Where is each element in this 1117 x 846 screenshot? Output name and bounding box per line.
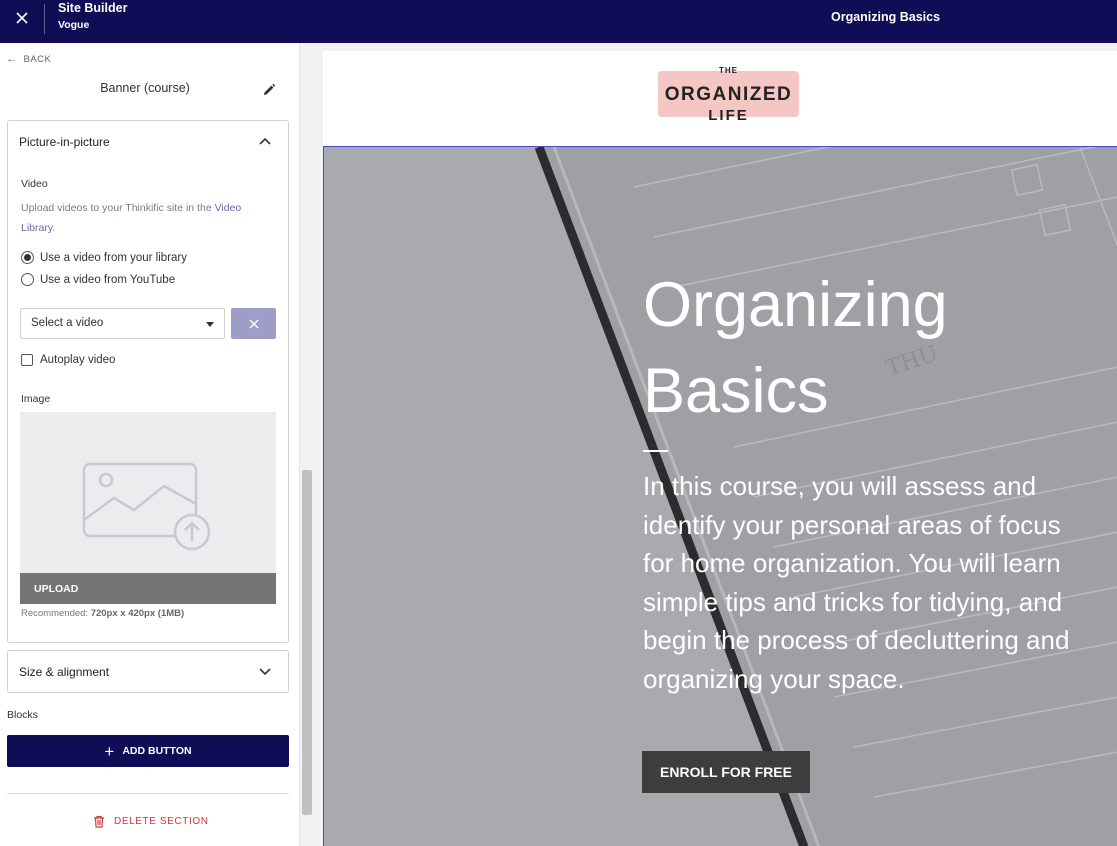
back-link[interactable]: ← BACK <box>6 53 51 65</box>
theme-name: Vogue <box>58 19 90 31</box>
back-label: BACK <box>23 53 52 65</box>
video-help-text: Upload videos to your Thinkific site in … <box>21 198 261 238</box>
image-label: Image <box>21 393 51 405</box>
hero-title-line2: Basics <box>643 356 829 426</box>
app-title: Site Builder <box>58 1 128 15</box>
delete-label: DELETE SECTION <box>114 816 209 827</box>
blocks-label: Blocks <box>7 709 38 721</box>
video-label: Video <box>21 178 48 190</box>
chevron-up-icon[interactable] <box>259 137 271 145</box>
radio-youtube-label: Use a video from YouTube <box>40 273 176 286</box>
close-icon <box>15 11 28 24</box>
close-button[interactable] <box>0 0 43 35</box>
plus-icon: + <box>104 741 115 761</box>
radio-youtube[interactable] <box>21 273 34 286</box>
radio-library-row[interactable]: Use a video from your library <box>21 251 187 264</box>
video-select[interactable]: Select a video <box>20 308 225 339</box>
chevron-down-icon <box>259 668 271 676</box>
pip-panel-title[interactable]: Picture-in-picture <box>19 135 110 149</box>
upload-button[interactable]: UPLOAD <box>20 573 276 604</box>
sidebar-scroll-thumb[interactable] <box>302 470 312 815</box>
site-logo[interactable]: THE ORGANIZED LIFE <box>658 66 799 124</box>
hero-title-line1: Organizing <box>643 270 948 340</box>
hero-divider <box>643 450 668 452</box>
settings-sidebar: ← BACK Banner (course) Picture-in-pictur… <box>0 43 299 846</box>
recommend-value: 720px x 420px (1MB) <box>90 608 185 619</box>
hero-banner[interactable]: THU Organizing Basics In this course, yo… <box>323 146 1117 846</box>
add-button-label: ADD BUTTON <box>122 745 192 757</box>
trash-icon <box>94 815 104 828</box>
help-text: Upload videos to your Thinkific site in … <box>21 202 215 214</box>
image-dropzone[interactable] <box>20 412 276 573</box>
autoplay-label: Autoplay video <box>40 354 116 366</box>
clear-video-button[interactable] <box>231 308 276 339</box>
autoplay-checkbox[interactable] <box>21 354 33 366</box>
image-upload-icon <box>82 462 211 551</box>
caret-down-icon <box>206 322 214 327</box>
radio-library-label: Use a video from your library <box>40 251 187 264</box>
size-panel-title: Size & alignment <box>19 665 110 679</box>
autoplay-row[interactable]: Autoplay video <box>21 354 115 366</box>
topbar-divider <box>44 4 45 34</box>
help-text-end: . <box>52 222 56 234</box>
radio-library[interactable] <box>21 251 34 264</box>
divider <box>7 793 289 794</box>
section-name: Banner (course) <box>100 81 190 95</box>
video-select-value: Select a video <box>31 317 104 329</box>
add-button[interactable]: + ADD BUTTON <box>7 735 289 767</box>
pip-panel: Picture-in-picture Video Upload videos t… <box>7 120 289 643</box>
hero-title[interactable]: Organizing Basics <box>643 262 1093 434</box>
hero-description[interactable]: In this course, you will assess and iden… <box>643 467 1093 698</box>
enroll-button[interactable]: ENROLL FOR FREE <box>642 751 810 793</box>
site-header[interactable]: THE ORGANIZED LIFE <box>323 51 1117 146</box>
close-icon <box>249 319 258 328</box>
recommended-size: Recommended: 720px x 420px (1MB) <box>21 608 184 619</box>
logo-life: LIFE <box>708 107 749 124</box>
arrow-left-icon: ← <box>6 53 18 65</box>
radio-youtube-row[interactable]: Use a video from YouTube <box>21 273 175 286</box>
size-alignment-panel[interactable]: Size & alignment <box>7 650 289 693</box>
edit-pencil-icon[interactable] <box>262 83 276 97</box>
top-bar: Site Builder Vogue Organizing Basics <box>0 0 1117 43</box>
logo-organized: ORGANIZED <box>664 84 793 105</box>
delete-section-button[interactable]: DELETE SECTION <box>93 815 209 828</box>
logo-the: THE <box>719 66 738 75</box>
page-title: Organizing Basics <box>831 10 941 24</box>
recommend-prefix: Recommended: <box>21 608 91 619</box>
